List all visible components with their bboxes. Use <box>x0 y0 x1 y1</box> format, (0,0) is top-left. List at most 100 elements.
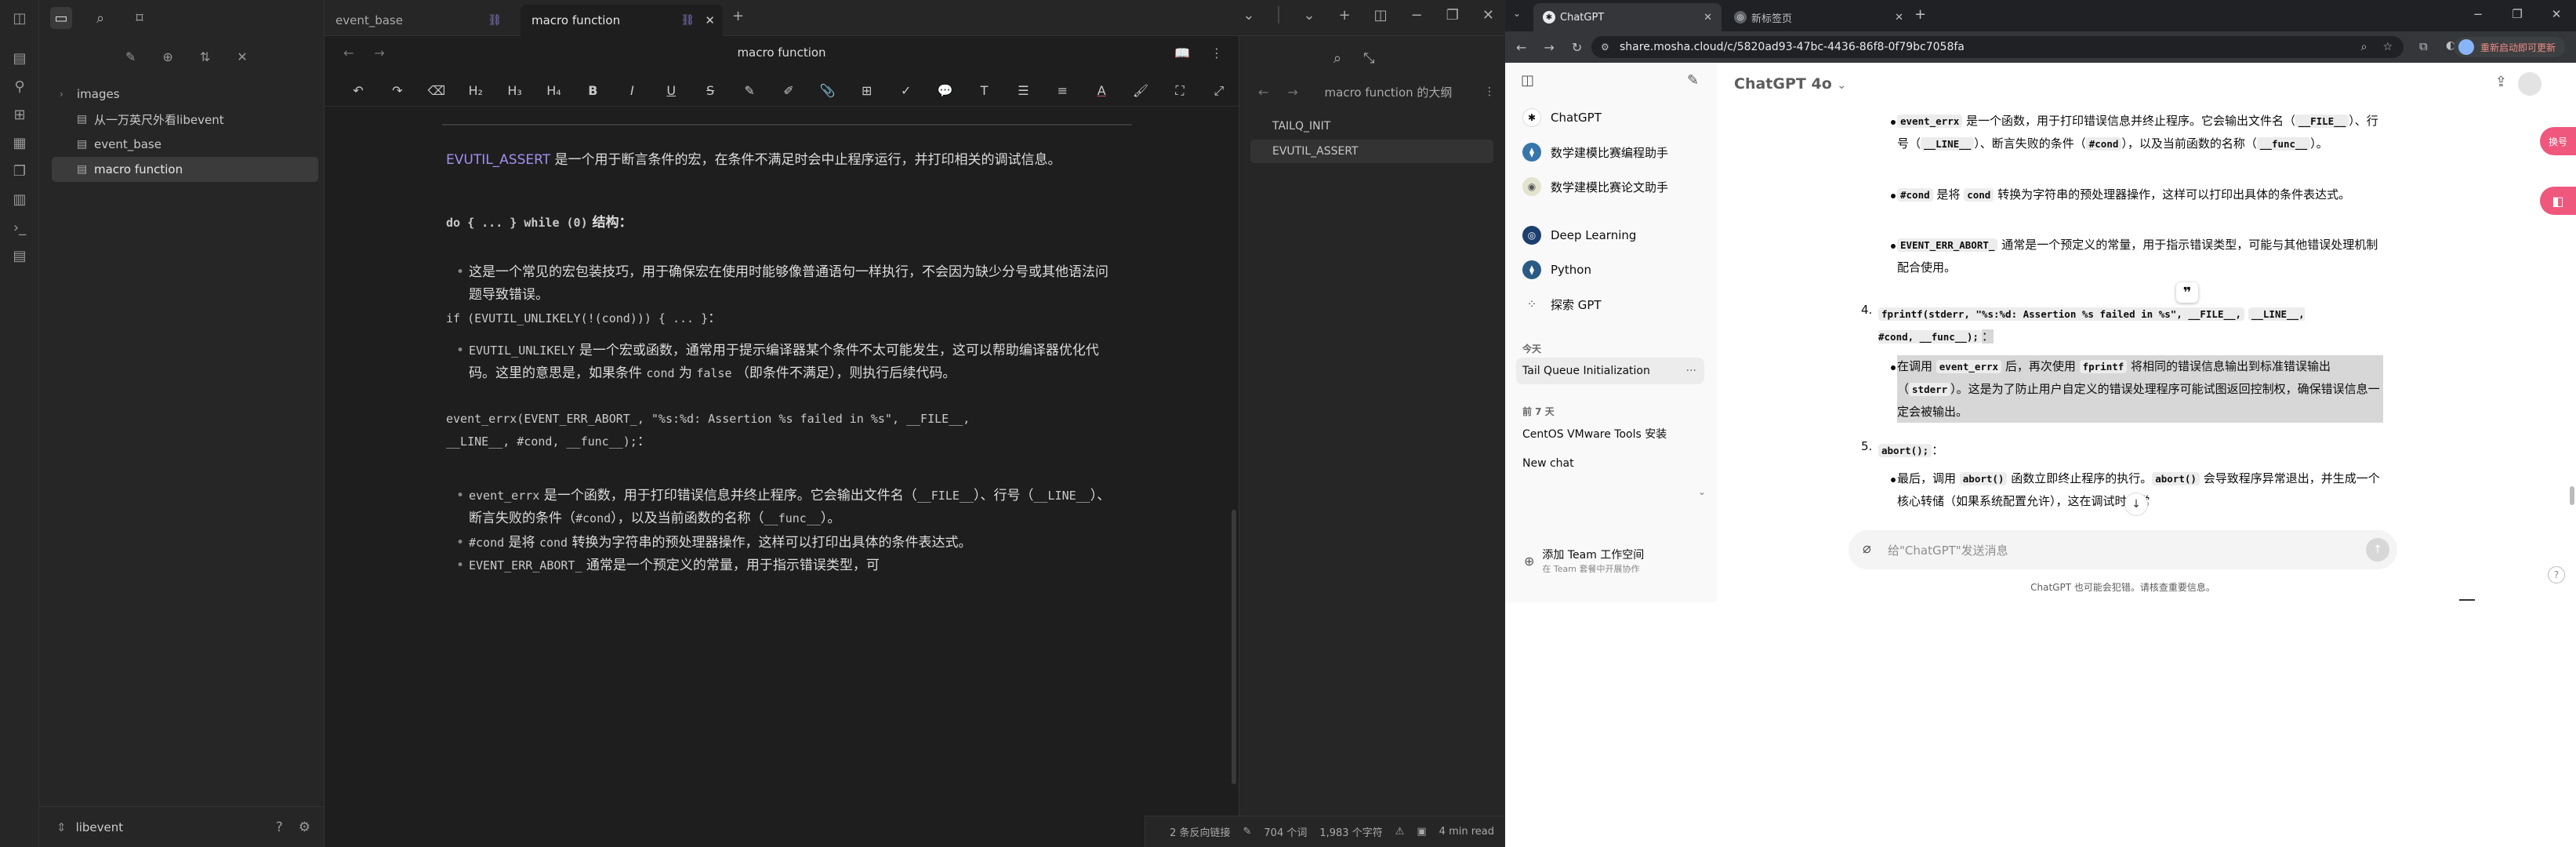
scroll-to-bottom-button[interactable]: ↓ <box>2124 493 2148 516</box>
expand-icon[interactable]: ⤢ <box>1199 83 1239 99</box>
add-pane-icon[interactable]: + <box>1339 7 1351 24</box>
quote-button[interactable]: ❞ <box>2176 282 2198 303</box>
search-icon[interactable]: ⌕ <box>2361 41 2367 53</box>
close-tab-icon[interactable]: ✕ <box>705 13 715 27</box>
file-item-active[interactable]: ▤ macro function <box>52 157 318 182</box>
align-icon[interactable]: ≡ <box>1043 83 1082 98</box>
more-options-icon[interactable]: ⋮ <box>1484 85 1495 98</box>
outline-item-active[interactable]: EVUTIL_ASSERT <box>1250 140 1493 163</box>
history-item-active[interactable]: Tail Queue Initialization ··· <box>1516 358 1704 384</box>
sort-icon[interactable]: ⇅ <box>200 49 210 64</box>
file-item[interactable]: ▤ event_base <box>52 132 318 157</box>
maximize-icon[interactable]: ❐ <box>2498 0 2537 28</box>
vault-switcher[interactable]: ⇕ libevent ? ⚙ <box>39 806 325 847</box>
edit-icon[interactable]: ✐ <box>769 83 808 98</box>
comment-icon[interactable]: 💬 <box>926 83 965 98</box>
new-folder-icon[interactable]: ⊕ <box>162 49 172 64</box>
editor-content[interactable]: EVUTIL_ASSERT 是一个用于断言条件的宏，在条件不满足时会中止程序运行… <box>325 110 1239 800</box>
backlinks-count[interactable]: 2 条反向链接 <box>1170 824 1230 839</box>
heading2-icon[interactable]: H₂ <box>456 83 495 98</box>
table-icon[interactable]: ▤ <box>0 242 39 270</box>
attachment-icon[interactable]: 📎 <box>808 83 847 98</box>
template-icon[interactable]: ▥ <box>0 185 39 213</box>
sidebar-toggle-icon[interactable]: ◫ <box>0 0 39 36</box>
new-tab-icon[interactable]: + <box>732 8 744 24</box>
view-title[interactable]: macro function <box>325 45 1239 60</box>
help-icon[interactable]: ? <box>276 820 283 835</box>
translate-float-button[interactable]: 换号 <box>2540 127 2576 155</box>
maximize-icon[interactable]: ❐ <box>1446 7 1459 24</box>
list-icon[interactable]: ☰ <box>1003 83 1043 98</box>
graph-view-icon[interactable]: ⚲ <box>0 72 39 100</box>
back-arrow-icon[interactable]: ← <box>1516 40 1526 55</box>
file-tree-icon[interactable]: ▤ <box>0 44 39 72</box>
site-info-icon[interactable]: ⚙ <box>1601 42 1609 53</box>
main-scrollbar[interactable] <box>2570 486 2574 505</box>
close-window-icon[interactable]: ✕ <box>1482 7 1494 24</box>
reading-mode-icon[interactable]: 📖 <box>1174 45 1190 60</box>
reload-icon[interactable]: ↻ <box>1572 40 1582 55</box>
edit-mode-icon[interactable]: ✎ <box>1243 826 1252 838</box>
new-chat-icon[interactable]: ✎ <box>1687 72 1699 89</box>
canvas-icon[interactable]: ⊞ <box>0 100 39 129</box>
heading4-icon[interactable]: H₄ <box>535 83 574 98</box>
model-selector[interactable]: ChatGPT 4o ⌄ <box>1734 75 1846 93</box>
url-field[interactable]: ⚙ share.mosha.cloud/c/5820ad93-47bc-4436… <box>1591 36 2404 58</box>
bookmark-star-icon[interactable]: ☆ <box>2382 41 2393 53</box>
attach-icon[interactable]: ⌀ <box>1863 540 1871 557</box>
more-options-icon[interactable]: ··· <box>1686 365 1696 377</box>
redo-icon[interactable]: ↷ <box>378 83 417 98</box>
browser-tab-new[interactable]: ◎ 新标签页 ✕ <box>1725 3 1913 31</box>
sidebar-item-explore[interactable]: ⁘ 探索 GPT <box>1516 290 1704 318</box>
avatar[interactable] <box>2518 72 2542 96</box>
tab-macro-function[interactable]: macro function ⛓ ✕ <box>521 5 723 36</box>
split-icon[interactable]: ◫ <box>1374 7 1388 24</box>
fullscreen-icon[interactable]: ⛶ <box>1160 83 1199 99</box>
browser-tab-chatgpt[interactable]: ✱ ChatGPT ✕ <box>1533 3 1722 31</box>
editor-scrollbar[interactable] <box>1232 510 1236 784</box>
message-input[interactable]: ⌀ 给"ChatGPT"发送消息 ↑ <box>1849 530 2397 569</box>
settings-icon[interactable]: ⚙ <box>299 820 310 835</box>
close-window-icon[interactable]: ✕ <box>2537 0 2576 28</box>
forward-arrow-icon[interactable]: → <box>1544 40 1554 55</box>
lock-icon[interactable]: ▣ <box>1417 826 1426 838</box>
new-tab-icon[interactable]: + <box>1914 6 1926 23</box>
forward-arrow-icon[interactable]: → <box>374 45 384 60</box>
sidebar-item-gpt[interactable]: ◉ 数学建模比赛论文助手 <box>1516 173 1704 201</box>
close-tab-icon[interactable]: ✕ <box>1895 12 1903 24</box>
strikethrough-icon[interactable]: S <box>691 83 730 98</box>
search-icon[interactable]: ⌕ <box>1333 50 1341 67</box>
undo-icon[interactable]: ↶ <box>339 83 378 98</box>
history-item[interactable]: New chat <box>1516 450 1704 477</box>
float-tool-icon[interactable]: ◧ <box>2540 187 2576 215</box>
folder-icon[interactable]: ▭ <box>50 7 72 29</box>
sidebar-item-gpt[interactable]: ⧫ Python <box>1516 256 1704 284</box>
sidebar-item-chatgpt[interactable]: ✱ ChatGPT <box>1516 104 1704 132</box>
collapse-icon[interactable]: ⤡ <box>1363 50 1374 67</box>
calendar-icon[interactable]: ▦ <box>0 129 39 157</box>
collapse-all-icon[interactable]: ✕ <box>237 49 247 64</box>
back-arrow-icon[interactable]: ← <box>343 45 354 60</box>
tab-search-icon[interactable]: ⌄ <box>1513 8 1521 19</box>
new-note-icon[interactable]: ✎ <box>125 49 136 64</box>
extensions-icon[interactable]: ⧉ <box>2419 39 2428 53</box>
tab-list-icon[interactable]: ⌄ <box>1243 7 1254 24</box>
help-icon[interactable]: ? <box>2548 566 2565 583</box>
close-tab-icon[interactable]: ✕ <box>1703 12 1712 24</box>
minimize-icon[interactable]: − <box>2458 0 2498 28</box>
italic-icon[interactable]: I <box>612 83 651 98</box>
file-item[interactable]: ▤ 从一万英尺外看libevent <box>52 107 318 132</box>
dropdown-icon[interactable]: ⌄ <box>1303 7 1315 24</box>
more-options-icon[interactable]: ⋮ <box>1210 45 1223 60</box>
sidebar-item-gpt[interactable]: ⧫ 数学建模比赛编程助手 <box>1516 138 1704 166</box>
outline-item[interactable]: TAILQ_INIT <box>1250 115 1493 138</box>
copy-icon[interactable]: ❐ <box>0 157 39 185</box>
add-team-workspace[interactable]: ⊕ 添加 Team 工作空间 在 Team 套餐中开展协作 <box>1516 541 1704 580</box>
send-button[interactable]: ↑ <box>2366 538 2389 562</box>
table-insert-icon[interactable]: ⊞ <box>847 83 887 98</box>
warning-icon[interactable]: ⚠ <box>1395 826 1405 838</box>
search-icon[interactable]: ⌕ <box>89 7 111 29</box>
back-arrow-icon[interactable]: ← <box>1258 85 1268 100</box>
share-icon[interactable]: ⇪ <box>2495 74 2507 90</box>
restart-update-button[interactable]: 重新启动即可更新 <box>2453 37 2565 57</box>
